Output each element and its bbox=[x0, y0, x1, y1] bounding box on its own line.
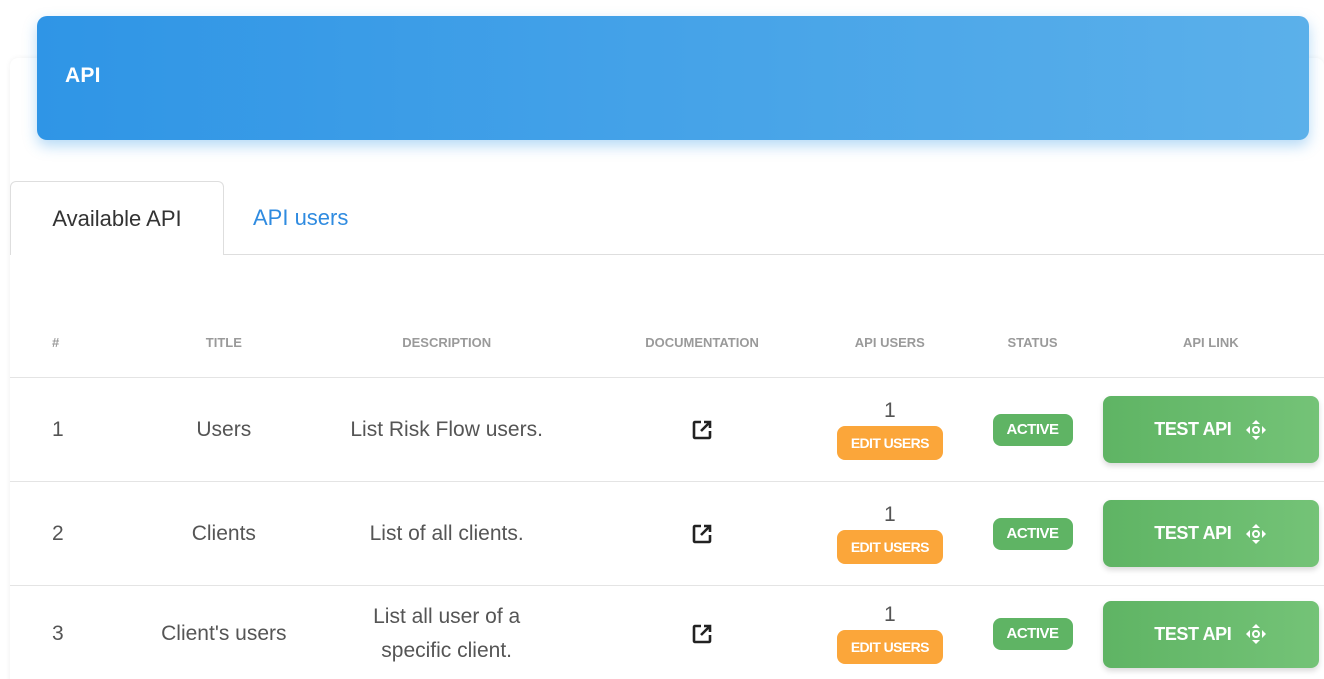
status-badge: ACTIVE bbox=[992, 618, 1073, 650]
external-link-icon[interactable] bbox=[692, 420, 712, 440]
row-title: Clients bbox=[146, 481, 302, 586]
row-api-users: 1 EDIT USERS bbox=[812, 481, 968, 586]
description-line-1: List all user of a bbox=[373, 605, 521, 628]
row-api-link: TEST API bbox=[1097, 481, 1324, 586]
row-documentation bbox=[591, 377, 813, 482]
edit-users-button[interactable]: EDIT USERS bbox=[836, 529, 943, 564]
description-text: List Risk Flow users. bbox=[350, 417, 543, 441]
test-api-button[interactable]: TEST API bbox=[1102, 600, 1319, 668]
api-users-count: 1 bbox=[883, 603, 896, 626]
test-api-label: TEST API bbox=[1154, 623, 1232, 644]
row-status: ACTIVE bbox=[967, 586, 1097, 679]
test-api-button[interactable]: TEST API bbox=[1102, 396, 1319, 463]
api-users-count: 1 bbox=[883, 398, 896, 422]
table-row: 1 Users List Risk Flow users. 1 EDIT USE… bbox=[10, 377, 1324, 482]
row-title: Client's users bbox=[161, 622, 287, 645]
column-header-api-link: API LINK bbox=[1097, 308, 1324, 378]
move-cursor-icon bbox=[1245, 419, 1267, 441]
table-row: 3 Client's users List all user of a spec… bbox=[10, 586, 1324, 679]
row-api-link: TEST API bbox=[1097, 377, 1324, 482]
table-header-row: # TITLE DESCRIPTION DOCUMENTATION API US… bbox=[10, 308, 1324, 378]
column-header-title: TITLE bbox=[146, 308, 302, 378]
column-header-status: STATUS bbox=[967, 308, 1098, 378]
column-header-documentation: DOCUMENTATION bbox=[591, 308, 813, 378]
column-header-number: # bbox=[10, 308, 147, 378]
table-row: 2 Clients List of all clients. 1 EDIT US… bbox=[10, 481, 1324, 586]
tab-api-users[interactable]: API users bbox=[253, 181, 348, 254]
row-title: Users bbox=[146, 377, 302, 482]
test-api-label: TEST API bbox=[1154, 419, 1232, 439]
page: API Available API API users # TITLE DESC… bbox=[0, 0, 1324, 679]
column-header-api-users: API USERS bbox=[812, 308, 968, 378]
row-description: List Risk Flow users. bbox=[301, 377, 592, 482]
description-text: List of all clients. bbox=[369, 521, 524, 545]
row-description: List all user of a specific client. bbox=[301, 586, 591, 679]
status-badge: ACTIVE bbox=[992, 517, 1073, 550]
row-documentation bbox=[592, 586, 812, 679]
row-status: ACTIVE bbox=[967, 377, 1098, 482]
move-cursor-icon bbox=[1245, 523, 1267, 545]
row-number: 2 bbox=[10, 481, 147, 586]
row-number: 3 bbox=[52, 622, 64, 645]
description-text: List all user of a specific client. bbox=[373, 600, 520, 668]
edit-users-button[interactable]: EDIT USERS bbox=[836, 630, 943, 664]
row-documentation bbox=[591, 481, 813, 586]
tab-divider bbox=[222, 254, 1324, 255]
edit-users-button[interactable]: EDIT USERS bbox=[836, 425, 943, 460]
row-number: 1 bbox=[10, 377, 147, 482]
status-badge: ACTIVE bbox=[992, 413, 1073, 446]
api-table: # TITLE DESCRIPTION DOCUMENTATION API US… bbox=[10, 308, 1324, 679]
api-users-count: 1 bbox=[883, 502, 896, 526]
page-header: API bbox=[37, 16, 1309, 140]
test-api-label: TEST API bbox=[1154, 523, 1232, 543]
row-api-users: 1 EDIT USERS bbox=[812, 377, 968, 482]
tab-available-api[interactable]: Available API bbox=[10, 181, 224, 255]
external-link-icon[interactable] bbox=[692, 524, 712, 544]
column-header-description: DESCRIPTION bbox=[301, 308, 592, 378]
description-line-2: specific client. bbox=[381, 639, 512, 662]
row-api-link: TEST API bbox=[1098, 586, 1324, 679]
row-api-users: 1 EDIT USERS bbox=[812, 586, 967, 679]
page-title: API bbox=[65, 64, 101, 87]
external-link-icon[interactable] bbox=[692, 624, 712, 644]
move-cursor-icon bbox=[1245, 623, 1267, 645]
row-status: ACTIVE bbox=[967, 481, 1098, 586]
tab-bar: Available API API users bbox=[10, 181, 1324, 255]
test-api-button[interactable]: TEST API bbox=[1102, 500, 1319, 567]
row-description: List of all clients. bbox=[301, 481, 592, 586]
